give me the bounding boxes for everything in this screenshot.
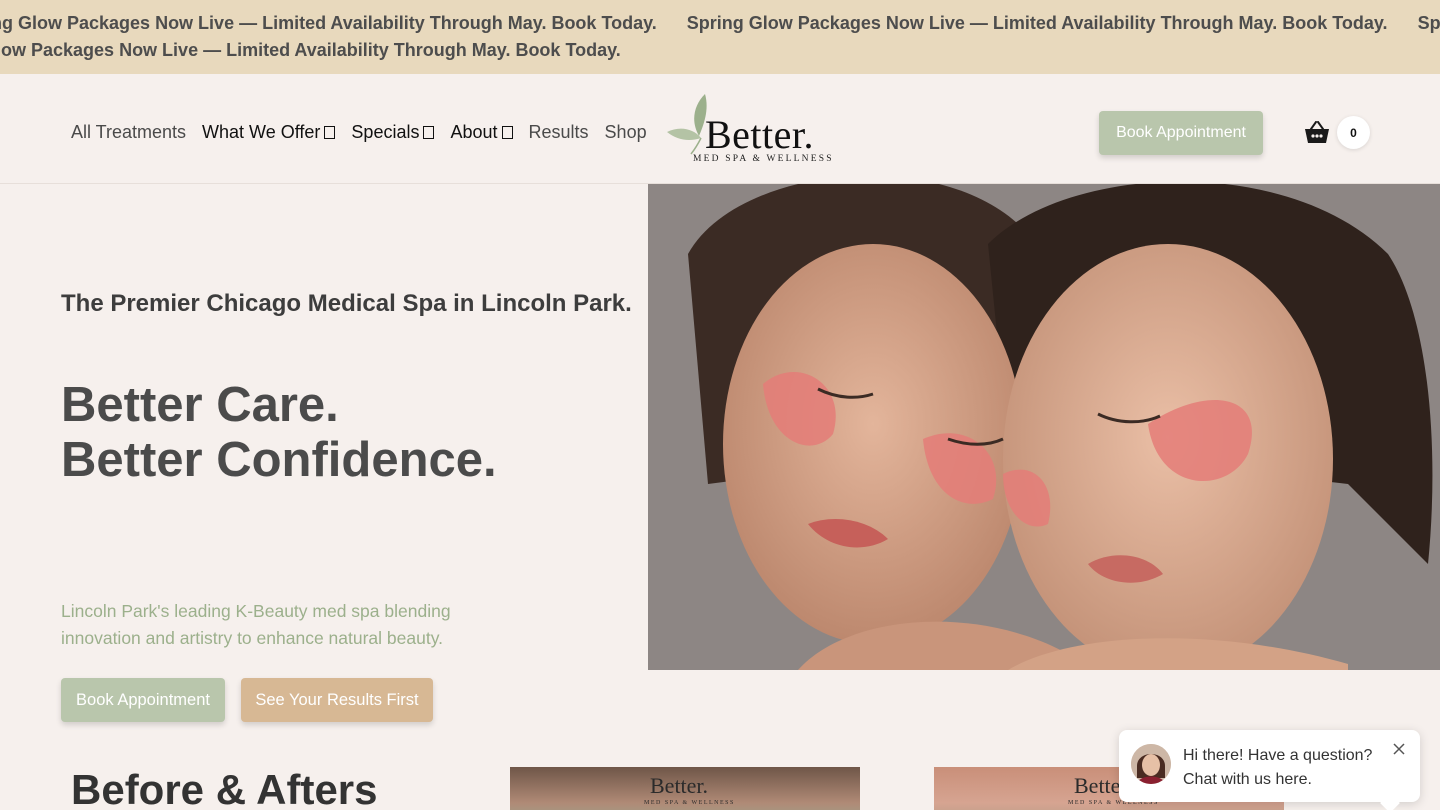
nav-item-all-treatments[interactable]: All Treatments bbox=[71, 122, 186, 143]
hero-headline-line: Better Confidence. bbox=[61, 433, 497, 487]
before-after-thumbnail[interactable]: Better. MED SPA & WELLNESS bbox=[510, 767, 860, 810]
hero-eyebrow: The Premier Chicago Medical Spa in Linco… bbox=[61, 290, 632, 317]
brand-logo[interactable]: Better. MED SPA & WELLNESS bbox=[665, 92, 845, 168]
announcement-text: Spring Glow Packages Now Live — Limited … bbox=[686, 13, 1388, 33]
cart-count-badge[interactable]: 0 bbox=[1337, 116, 1370, 149]
hero-book-appointment-button[interactable]: Book Appointment bbox=[61, 678, 225, 722]
main-nav: All Treatments What We Offer Specials Ab… bbox=[71, 122, 647, 143]
nav-item-results[interactable]: Results bbox=[529, 122, 589, 143]
nav-item-about[interactable]: About bbox=[450, 122, 513, 143]
close-icon[interactable] bbox=[1392, 742, 1406, 756]
chevron-down-icon bbox=[324, 126, 336, 139]
logo-tagline: MED SPA & WELLNESS bbox=[693, 154, 834, 164]
announcement-text: Spring Glow Packages Now Live — Limited … bbox=[0, 13, 657, 33]
announcement-bar: Spring Glow Packages Now Live — Limited … bbox=[0, 0, 1440, 74]
nav-item-label: All Treatments bbox=[71, 122, 187, 142]
chat-message-line: Hi there! Have a question? bbox=[1183, 747, 1373, 764]
nav-item-shop[interactable]: Shop bbox=[605, 122, 647, 143]
thumbnail-tagline: MED SPA & WELLNESS bbox=[644, 800, 735, 806]
announcement-text: Spring Glow Packages Now Live — Limited … bbox=[0, 40, 621, 60]
chat-widget[interactable]: Hi there! Have a question? Chat with us … bbox=[1119, 730, 1420, 810]
nav-item-label: Specials bbox=[351, 122, 420, 142]
hero-description: Lincoln Park's leading K-Beauty med spa … bbox=[61, 601, 451, 648]
hero-headline: Better Care. Better Confidence. bbox=[61, 378, 497, 488]
nav-item-specials[interactable]: Specials bbox=[351, 122, 435, 143]
nav-item-label: Results bbox=[528, 122, 589, 142]
nav-item-label: About bbox=[450, 122, 498, 142]
announcement-text: Spring Glow Packages Now Live — Limited … bbox=[1417, 13, 1440, 33]
chat-message-line: Chat with us here. bbox=[1183, 771, 1312, 788]
chevron-down-icon bbox=[501, 126, 513, 139]
nav-item-label: Shop bbox=[604, 122, 647, 142]
hero-image bbox=[648, 184, 1440, 670]
announcement-line-1: Spring Glow Packages Now Live — Limited … bbox=[0, 13, 1440, 34]
announcement-line-2: Spring Glow Packages Now Live — Limited … bbox=[0, 40, 621, 61]
before-after-title: Before & Afters bbox=[71, 766, 378, 810]
chat-bubble-tail bbox=[1380, 793, 1400, 810]
header-book-appointment-button[interactable]: Book Appointment bbox=[1099, 111, 1263, 155]
hero-headline-line: Better Care. bbox=[61, 378, 339, 432]
avatar bbox=[1131, 744, 1171, 784]
basket-icon[interactable] bbox=[1304, 121, 1330, 145]
thumbnail-logo: Better. bbox=[650, 773, 709, 798]
logo-wordmark: Better. bbox=[705, 112, 815, 157]
nav-item-what-we-offer[interactable]: What We Offer bbox=[202, 122, 336, 143]
see-results-button[interactable]: See Your Results First bbox=[241, 678, 433, 722]
hero-photo-illustration bbox=[648, 184, 1440, 670]
chevron-down-icon bbox=[423, 126, 435, 139]
nav-item-label: What We Offer bbox=[202, 122, 321, 142]
chat-message: Hi there! Have a question? Chat with us … bbox=[1183, 744, 1372, 792]
